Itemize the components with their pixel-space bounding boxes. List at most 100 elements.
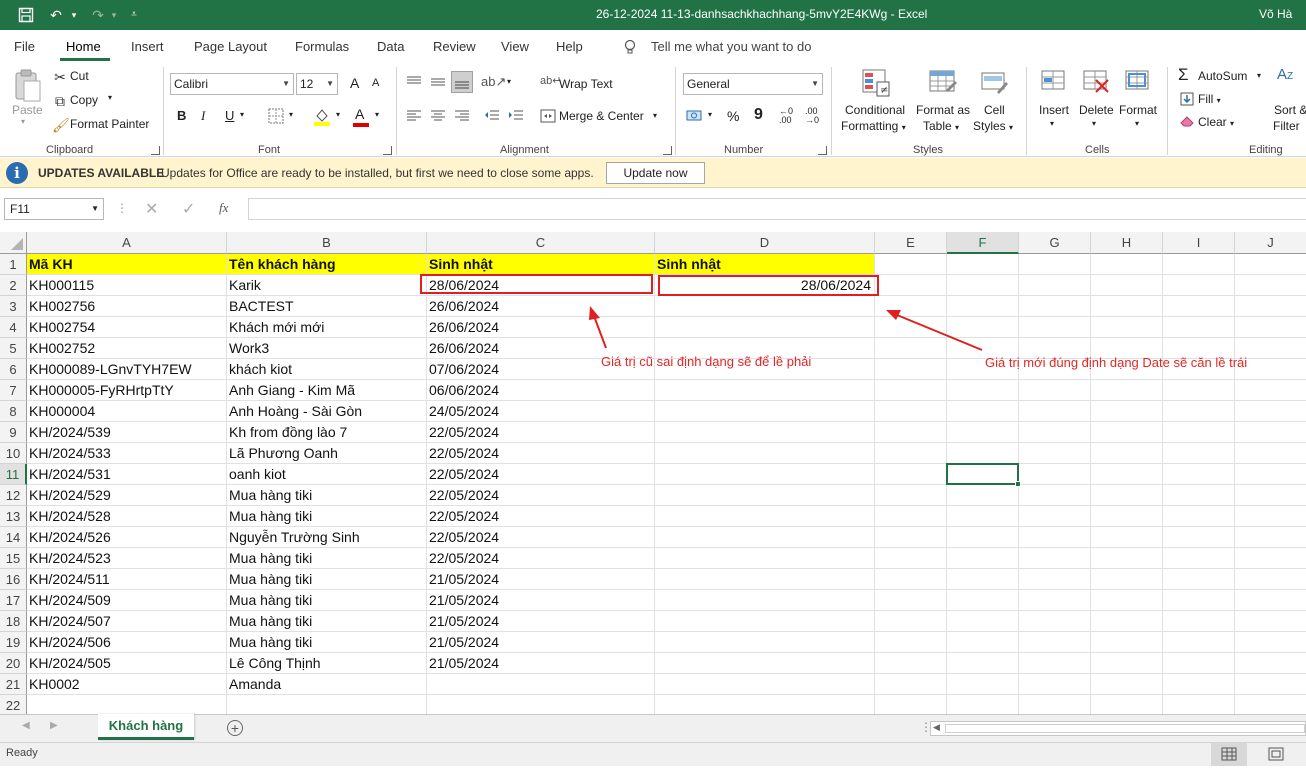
borders-dropdown-icon[interactable]: ▾ <box>289 110 293 119</box>
undo-icon[interactable]: ↶ <box>46 5 66 25</box>
tab-review[interactable]: Review <box>433 39 476 54</box>
merge-dropdown-icon[interactable]: ▾ <box>653 111 657 120</box>
new-sheet-icon[interactable]: + <box>227 720 243 736</box>
tab-page-layout[interactable]: Page Layout <box>194 39 267 54</box>
sort-filter-label-2[interactable]: Filter <box>1273 119 1300 133</box>
conditional-formatting-label-2[interactable]: Formatting ▾ <box>841 119 906 133</box>
formula-input[interactable] <box>248 198 1306 220</box>
alignment-launcher-icon[interactable] <box>663 146 672 155</box>
tab-view[interactable]: View <box>501 39 529 54</box>
comma-style-button[interactable]: 9 <box>754 106 763 124</box>
orientation-icon[interactable]: ab↗ <box>481 74 506 90</box>
tab-home[interactable]: Home <box>66 39 101 54</box>
align-right-icon[interactable] <box>454 109 470 123</box>
delete-cells-button[interactable]: Delete <box>1079 103 1114 117</box>
fill-icon[interactable] <box>1180 92 1194 106</box>
underline-dropdown-icon[interactable]: ▾ <box>240 110 244 119</box>
font-size-select[interactable]: 12 ▼ <box>296 73 338 95</box>
conditional-formatting-icon[interactable]: ≠ <box>861 68 891 98</box>
autosum-icon[interactable]: Σ <box>1178 65 1189 85</box>
normal-view-button[interactable] <box>1211 743 1247 766</box>
increase-indent-icon[interactable] <box>508 109 524 123</box>
accounting-dropdown-icon[interactable]: ▾ <box>708 110 712 119</box>
clipboard-launcher-icon[interactable] <box>151 146 160 155</box>
paste-dropdown-icon[interactable]: ▾ <box>21 117 25 126</box>
decrease-decimal-icon[interactable]: .00 →0 <box>805 107 819 125</box>
format-painter-icon[interactable]: 🖌 <box>52 116 70 134</box>
sort-filter-icon[interactable]: AZ <box>1277 66 1293 83</box>
name-box[interactable]: F11 ▼ <box>4 198 104 220</box>
tab-formulas[interactable]: Formulas <box>295 39 349 54</box>
copy-dropdown-icon[interactable]: ▾ <box>108 93 112 102</box>
fill-button[interactable]: Fill ▾ <box>1198 92 1221 106</box>
copy-button[interactable]: Copy <box>70 93 98 107</box>
format-cells-button[interactable]: Format <box>1119 103 1157 117</box>
conditional-formatting-button[interactable]: Conditional <box>845 103 905 117</box>
update-now-button[interactable]: Update now <box>606 162 705 184</box>
horizontal-scrollbar[interactable]: ◀ <box>930 721 1306 736</box>
tell-me-search[interactable]: Tell me what you want to do <box>651 39 811 54</box>
tab-help[interactable]: Help <box>556 39 583 54</box>
scissors-icon[interactable]: ✂ <box>52 68 68 86</box>
align-middle-icon[interactable] <box>430 75 446 89</box>
orientation-dropdown-icon[interactable]: ▾ <box>507 77 511 86</box>
clear-button[interactable]: Clear ▾ <box>1198 115 1234 129</box>
font-name-select[interactable]: Calibri ▼ <box>170 73 294 95</box>
scrollbar-thumb[interactable] <box>945 724 1305 733</box>
insert-dropdown-icon[interactable]: ▾ <box>1050 119 1054 128</box>
tab-data[interactable]: Data <box>377 39 404 54</box>
cell-styles-label-2[interactable]: Styles ▾ <box>973 119 1013 133</box>
cell-styles-icon[interactable] <box>980 68 1010 98</box>
merge-center-icon[interactable] <box>540 109 556 123</box>
undo-dropdown-icon[interactable]: ▾ <box>64 5 84 25</box>
sort-filter-button[interactable]: Sort & <box>1274 103 1306 117</box>
underline-button[interactable]: U <box>225 108 234 123</box>
merge-center-button[interactable]: Merge & Center <box>559 109 644 123</box>
enter-icon[interactable]: ✓ <box>182 199 195 219</box>
prev-sheet-icon[interactable]: ◀ <box>22 720 30 731</box>
fill-color-icon[interactable] <box>313 106 331 126</box>
bold-button[interactable]: B <box>177 108 186 123</box>
align-bottom-icon[interactable] <box>451 71 473 93</box>
cell-styles-button[interactable]: Cell <box>984 103 1005 117</box>
format-as-table-icon[interactable] <box>928 68 958 98</box>
increase-font-button[interactable]: A <box>350 75 359 91</box>
page-layout-view-button[interactable] <box>1258 743 1294 766</box>
next-sheet-icon[interactable]: ▶ <box>50 720 58 731</box>
customize-qat-icon[interactable]: ⩡ <box>124 5 144 25</box>
decrease-font-button[interactable]: A <box>372 77 379 89</box>
fill-color-dropdown-icon[interactable]: ▾ <box>336 110 340 119</box>
format-painter-button[interactable]: Format Painter <box>70 117 149 131</box>
copy-icon[interactable]: ⧉ <box>52 92 68 110</box>
align-top-icon[interactable] <box>406 75 422 89</box>
insert-cells-button[interactable]: Insert <box>1039 103 1069 117</box>
delete-cells-icon[interactable] <box>1082 68 1110 98</box>
paste-button[interactable]: Paste <box>12 103 43 117</box>
wrap-text-button[interactable]: Wrap Text <box>559 77 613 91</box>
font-color-dropdown-icon[interactable]: ▾ <box>375 110 379 119</box>
scroll-left-icon[interactable]: ◀ <box>933 722 940 733</box>
user-name[interactable]: Võ Hà <box>1259 7 1292 21</box>
number-format-select[interactable]: General ▼ <box>683 73 823 95</box>
insert-function-button[interactable]: fx <box>219 200 228 216</box>
align-left-icon[interactable] <box>406 109 422 123</box>
font-launcher-icon[interactable] <box>383 146 392 155</box>
borders-icon[interactable] <box>268 108 284 124</box>
paste-icon[interactable] <box>12 67 42 103</box>
autosum-dropdown-icon[interactable]: ▾ <box>1257 71 1261 80</box>
number-launcher-icon[interactable] <box>818 146 827 155</box>
italic-button[interactable]: I <box>201 108 205 124</box>
format-as-table-label-2[interactable]: Table ▾ <box>923 119 959 133</box>
format-cells-icon[interactable] <box>1124 68 1152 98</box>
redo-dropdown-icon[interactable]: ▾ <box>104 5 124 25</box>
cut-button[interactable]: Cut <box>70 69 89 83</box>
cancel-icon[interactable]: ✕ <box>145 199 158 219</box>
format-as-table-button[interactable]: Format as <box>916 103 970 117</box>
tab-file[interactable]: File <box>14 39 35 54</box>
format-dropdown-icon[interactable]: ▾ <box>1135 119 1139 128</box>
accounting-format-icon[interactable] <box>686 108 704 124</box>
increase-decimal-icon[interactable]: ←0.00 <box>779 107 793 125</box>
insert-cells-icon[interactable] <box>1040 68 1068 98</box>
align-center-icon[interactable] <box>430 109 446 123</box>
font-color-button[interactable]: A <box>355 106 364 122</box>
